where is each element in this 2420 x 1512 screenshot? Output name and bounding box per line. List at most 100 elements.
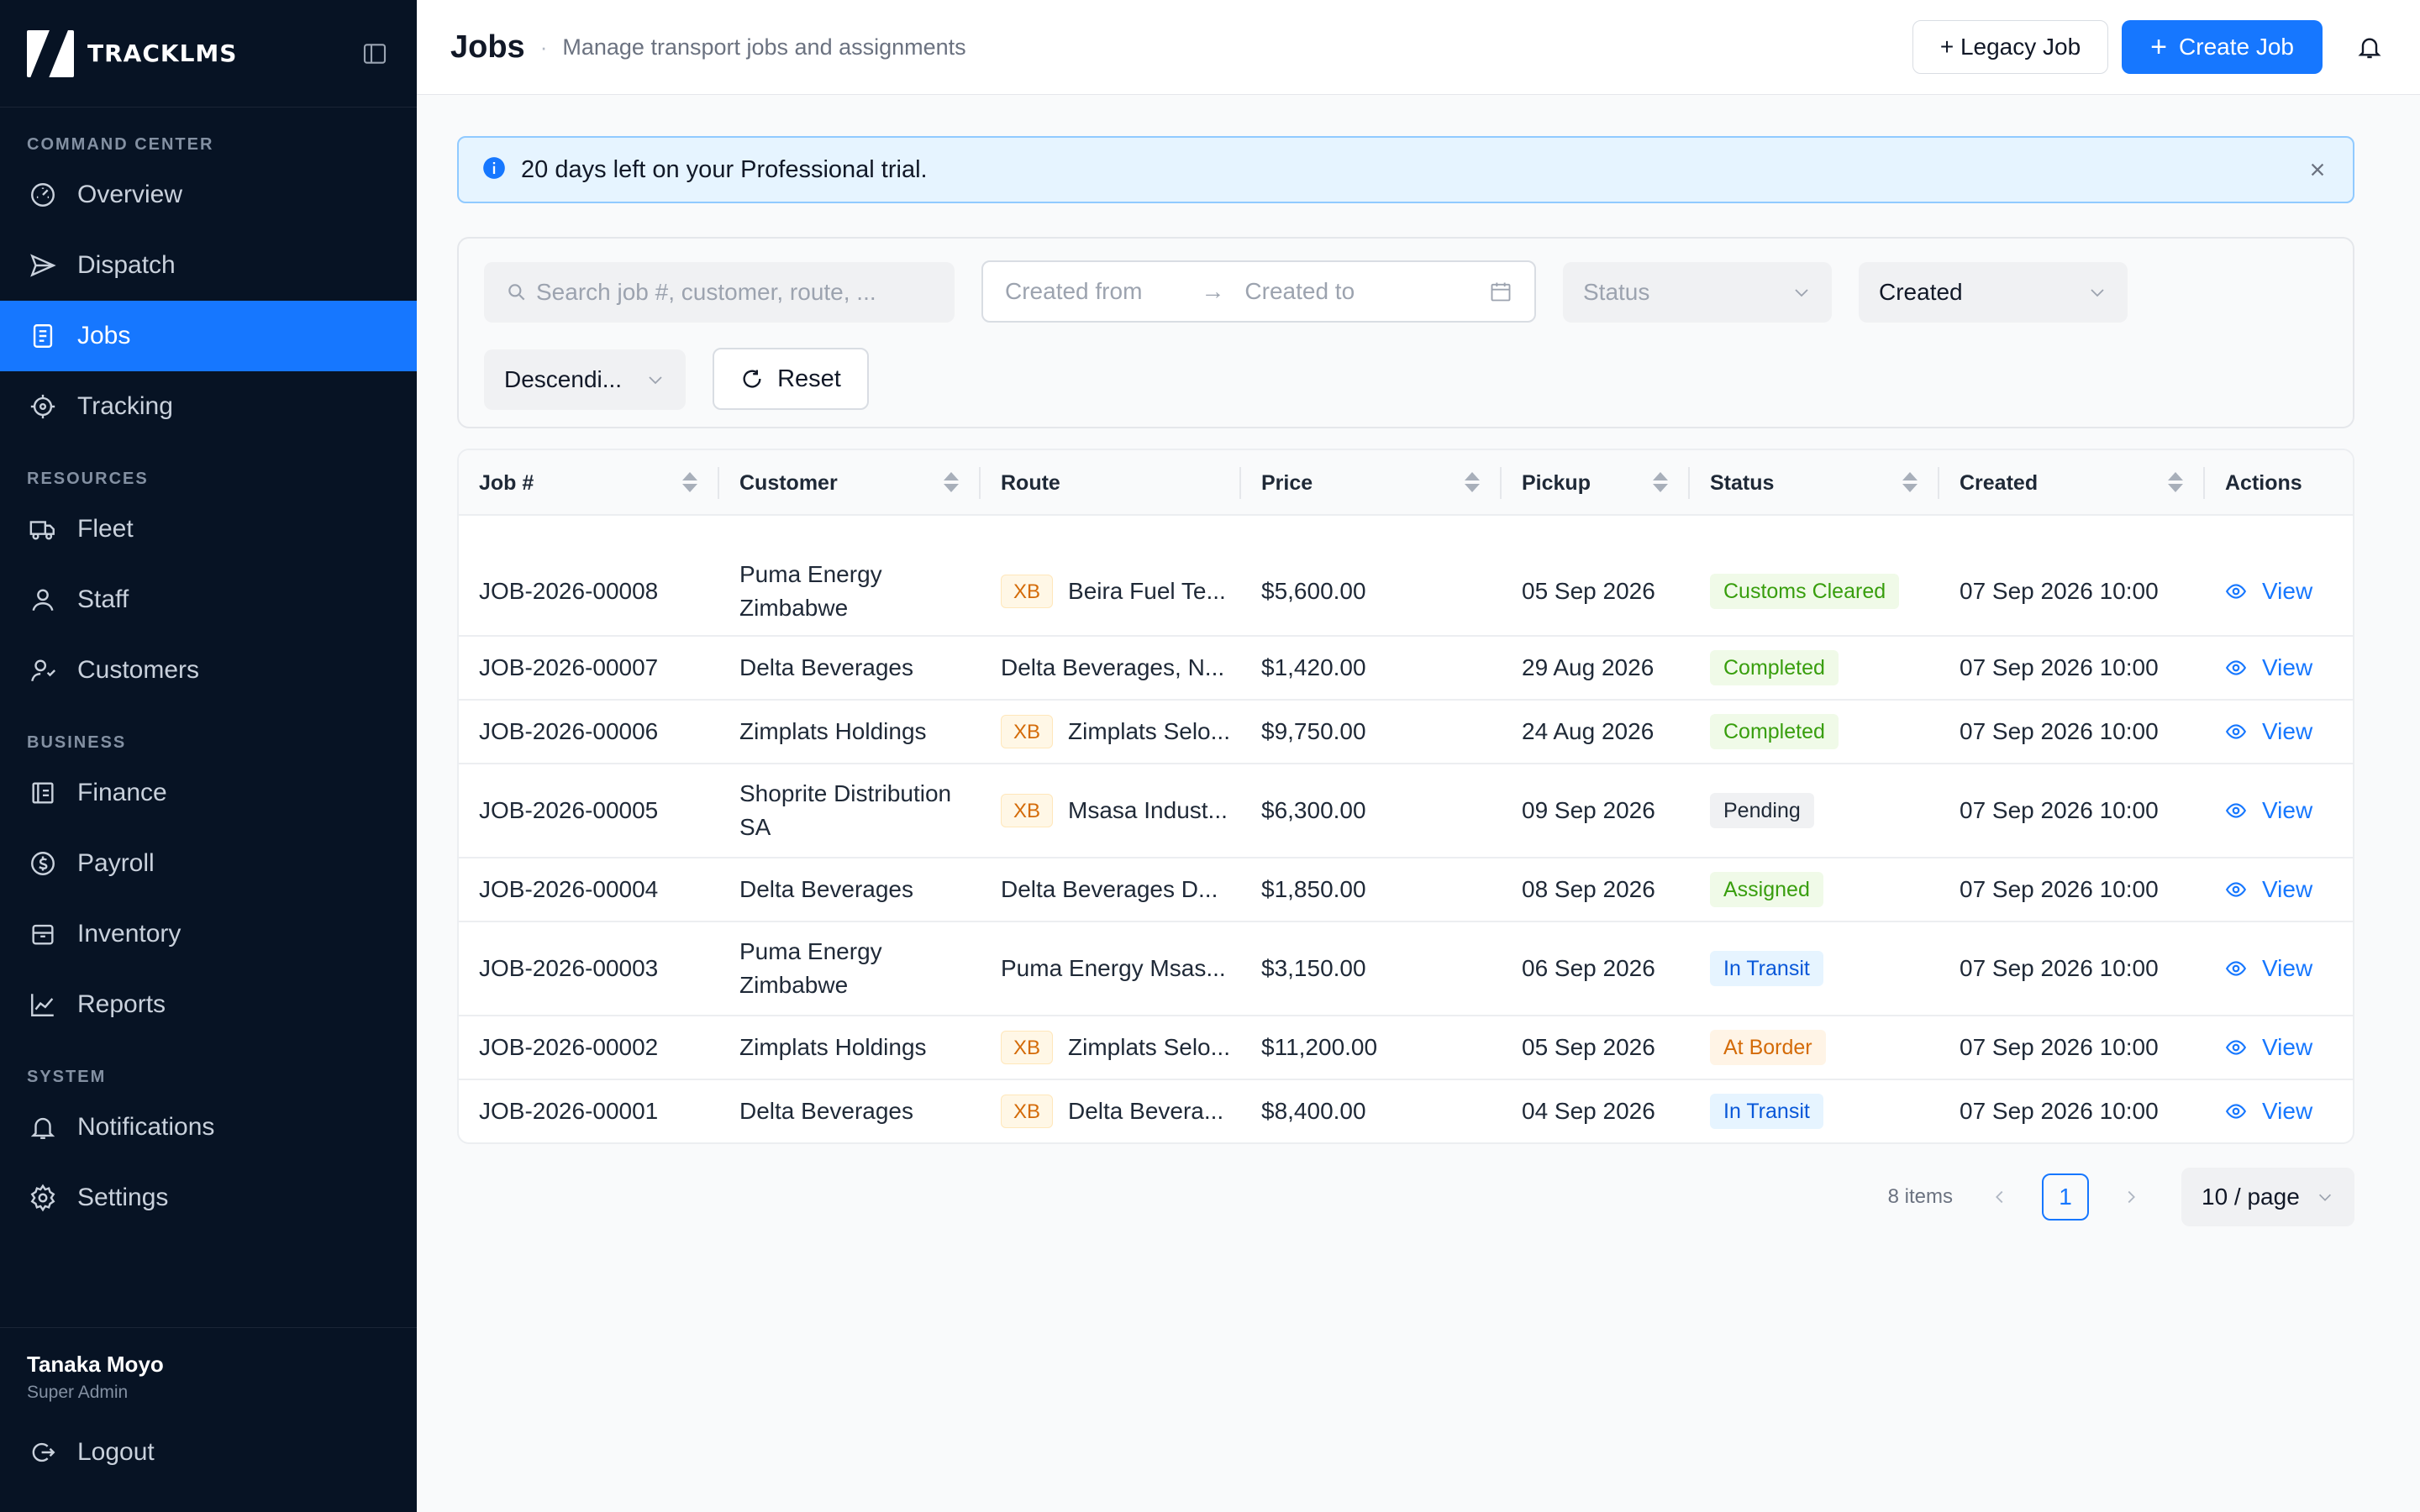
column-header-route: Route — [981, 450, 1241, 516]
sidebar-item-overview[interactable]: Overview — [0, 160, 417, 230]
cell-price: $9,750.00 — [1241, 701, 1502, 763]
sort-icon — [944, 472, 959, 492]
column-header-label: Price — [1261, 470, 1313, 495]
customer-name: Puma Energy Zimbabwe — [739, 938, 882, 998]
view-button[interactable]: View — [2225, 794, 2312, 827]
pickup-date: 09 Sep 2026 — [1522, 797, 1655, 823]
cell-status: Pending — [1690, 764, 1939, 857]
page-title: Jobs — [450, 29, 525, 65]
page-subtitle: Manage transport jobs and assignments — [562, 34, 966, 60]
column-header-status[interactable]: Status — [1690, 450, 1939, 516]
sidebar-item-tracking[interactable]: Tracking — [0, 371, 417, 442]
view-button[interactable]: View — [2225, 575, 2312, 608]
logout-button[interactable]: Logout — [27, 1436, 390, 1468]
cell-created: 07 Sep 2026 10:00 — [1939, 516, 2205, 635]
user-block: Tanaka Moyo Super Admin Logout — [0, 1327, 417, 1512]
cell-status: In Transit — [1690, 1080, 1939, 1142]
view-label: View — [2262, 654, 2313, 680]
job-number: JOB-2026-00003 — [479, 955, 659, 981]
column-header-customer[interactable]: Customer — [719, 450, 981, 516]
close-icon[interactable] — [2306, 158, 2329, 181]
customer-name: Delta Beverages — [739, 1098, 914, 1124]
sidebar-item-payroll[interactable]: Payroll — [0, 828, 417, 899]
pickup-date: 24 Aug 2026 — [1522, 718, 1655, 744]
sidebar-item-settings[interactable]: Settings — [0, 1163, 417, 1233]
cell-price: $11,200.00 — [1241, 1016, 1502, 1079]
cell-actions: View — [2205, 701, 2353, 763]
logo-mark-icon — [27, 29, 74, 77]
sort-order-select[interactable]: Descendi... — [484, 349, 686, 410]
cell-actions: View — [2205, 858, 2353, 921]
cell-created: 07 Sep 2026 10:00 — [1939, 922, 2205, 1015]
sort-icon — [1465, 472, 1480, 492]
column-header-label: Customer — [739, 470, 838, 495]
column-header-pickup[interactable]: Pickup — [1502, 450, 1690, 516]
sidebar-collapse-icon[interactable] — [360, 39, 390, 69]
created-to-field[interactable]: Created to — [1244, 278, 1355, 305]
view-button[interactable]: View — [2225, 1095, 2312, 1128]
search-input[interactable]: Search job #, customer, route, ... — [484, 262, 955, 323]
sort-field-select[interactable]: Created — [1859, 262, 2128, 323]
cell-created: 07 Sep 2026 10:00 — [1939, 764, 2205, 857]
cell-customer: Delta Beverages — [719, 637, 981, 699]
column-header-job[interactable]: Job # — [459, 450, 719, 516]
cell-job: JOB-2026-00002 — [459, 1016, 719, 1079]
view-button[interactable]: View — [2225, 952, 2312, 985]
next-page-chevron-right-icon[interactable] — [2114, 1188, 2148, 1206]
create-job-button[interactable]: + Create Job — [2122, 20, 2323, 74]
created-date: 07 Sep 2026 10:00 — [1960, 578, 2159, 604]
cell-pickup: 24 Aug 2026 — [1502, 701, 1690, 763]
prev-page-chevron-left-icon[interactable] — [1983, 1188, 2017, 1206]
sidebar-item-inventory[interactable]: Inventory — [0, 899, 417, 969]
bell-icon — [27, 1111, 59, 1143]
sidebar-item-staff[interactable]: Staff — [0, 564, 417, 635]
status-select[interactable]: Status — [1563, 262, 1832, 323]
cell-price: $5,600.00 — [1241, 516, 1502, 635]
pickup-date: 29 Aug 2026 — [1522, 654, 1655, 680]
sidebar-item-label: Payroll — [77, 849, 155, 877]
created-date-range[interactable]: Created from → Created to — [981, 260, 1536, 323]
sidebar-item-label: Tracking — [77, 392, 173, 420]
table-row: JOB-2026-00007 Delta Beverages Delta Bever… — [459, 637, 2353, 701]
sidebar-item-label: Settings — [77, 1184, 169, 1211]
notifications-bell-icon[interactable] — [2353, 30, 2386, 64]
route-text: Zimplats Selo... — [1068, 718, 1230, 744]
column-header-label: Job # — [479, 470, 534, 495]
sidebar-item-fleet[interactable]: Fleet — [0, 494, 417, 564]
box-icon — [27, 918, 59, 950]
column-header-created[interactable]: Created — [1939, 450, 2205, 516]
reset-button[interactable]: Reset — [713, 348, 869, 410]
view-label: View — [2262, 797, 2313, 823]
customer-name: Shoprite Distribution SA — [739, 780, 952, 840]
view-button[interactable]: View — [2225, 651, 2312, 685]
cell-customer: Puma Energy Zimbabwe — [719, 922, 981, 1015]
view-button[interactable]: View — [2225, 873, 2312, 906]
page-number-button[interactable]: 1 — [2042, 1173, 2089, 1221]
column-header-label: Actions — [2225, 470, 2302, 495]
created-from-field[interactable]: Created from — [1005, 278, 1142, 305]
cross-border-badge: XB — [1001, 575, 1054, 608]
sidebar-item-notifications[interactable]: Notifications — [0, 1092, 417, 1163]
cell-price: $1,420.00 — [1241, 637, 1502, 699]
legacy-job-button[interactable]: + Legacy Job — [1912, 20, 2109, 74]
page-size-select[interactable]: 10 / page — [2181, 1168, 2354, 1226]
sidebar-item-customers[interactable]: Customers — [0, 635, 417, 706]
chevron-down-icon — [645, 370, 666, 390]
view-button[interactable]: View — [2225, 715, 2312, 748]
cell-route: XB Beira Fuel Te... — [981, 516, 1241, 635]
sidebar-item-dispatch[interactable]: Dispatch — [0, 230, 417, 301]
sidebar-item-label: Notifications — [77, 1113, 215, 1141]
view-button[interactable]: View — [2225, 1031, 2312, 1064]
cell-status: Assigned — [1690, 858, 1939, 921]
cell-status: Customs Cleared — [1690, 516, 1939, 635]
view-label: View — [2262, 1098, 2313, 1124]
chevron-down-icon — [2316, 1188, 2334, 1206]
sidebar-item-jobs[interactable]: Jobs — [0, 301, 417, 371]
sidebar-item-reports[interactable]: Reports — [0, 969, 417, 1040]
chart-line-icon — [27, 989, 59, 1021]
sidebar-item-finance[interactable]: Finance — [0, 758, 417, 828]
job-number: JOB-2026-00008 — [479, 578, 659, 604]
column-header-price[interactable]: Price — [1241, 450, 1502, 516]
sort-icon — [682, 472, 697, 492]
cross-border-badge: XB — [1001, 1031, 1054, 1064]
